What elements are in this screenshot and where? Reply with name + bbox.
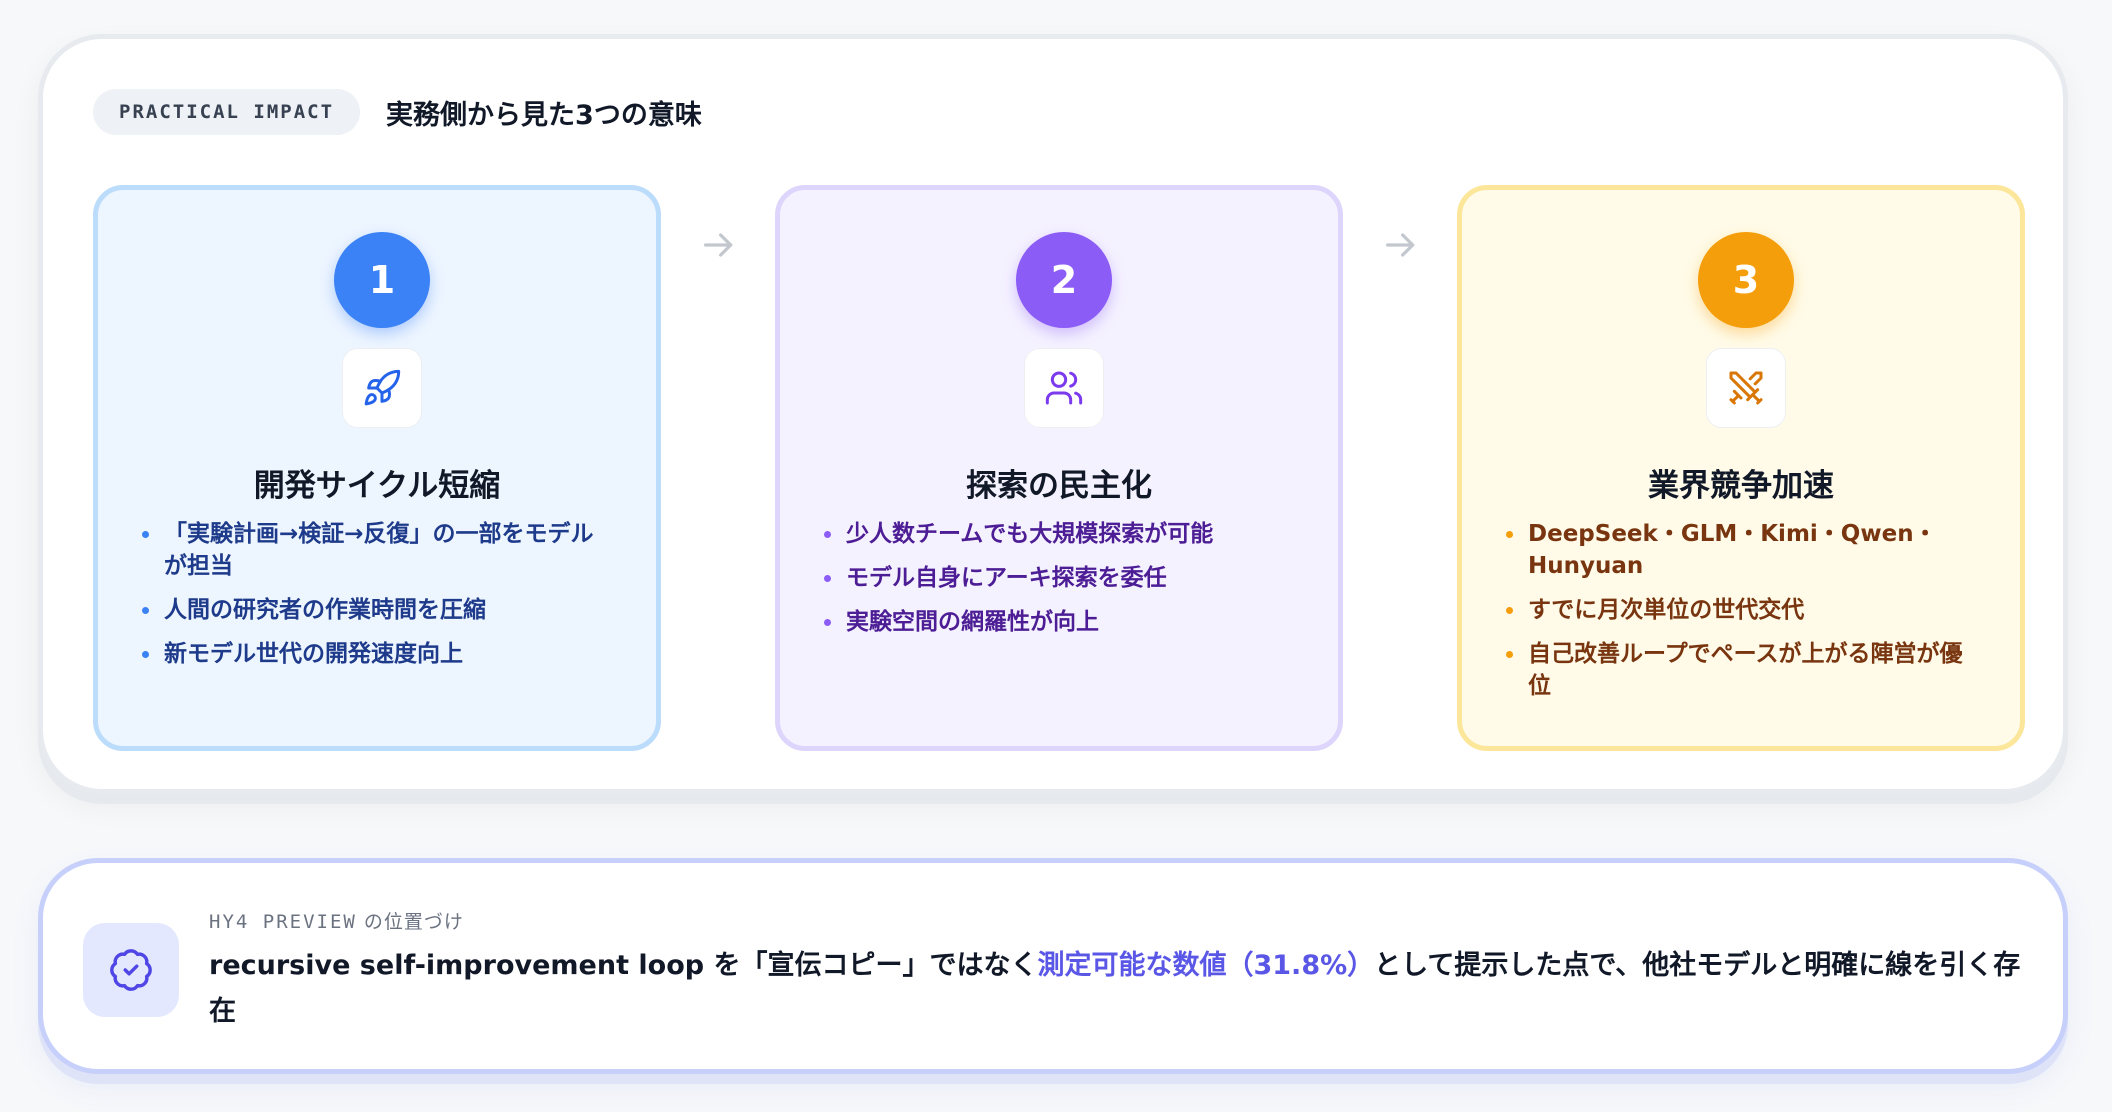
- list-item: すでに月次単位の世代交代: [1506, 594, 1968, 626]
- list-item: 自己改善ループでペースが上がる陣営が優位: [1506, 638, 1968, 702]
- note-text: recursive self-improvement loop を「宣伝コピー」…: [209, 950, 2021, 1027]
- step-title: 開発サイクル短縮: [253, 468, 501, 504]
- step-card-1: 1 開発サイクル短縮 「実験計画→検証→反復」の一部をモデルが担当 人間の研究者…: [93, 185, 661, 751]
- step-bullet-list: 少人数チームでも大規模探索が可能 モデル自身にアーキ探索を委任 実験空間の網羅性…: [824, 518, 1286, 650]
- step-number-badge: 2: [1016, 232, 1112, 328]
- step-title: 業界競争加速: [1648, 468, 1834, 504]
- badge-check-icon: [83, 923, 179, 1017]
- list-item: モデル自身にアーキ探索を委任: [824, 562, 1286, 594]
- note-label: HY4 PREVIEW の位置づけ: [209, 911, 464, 933]
- highlighted-metric: 測定可能な数値（31.8%）: [1037, 950, 1375, 981]
- list-item: 人間の研究者の作業時間を圧縮: [142, 594, 604, 626]
- list-item: 少人数チームでも大規模探索が可能: [824, 518, 1286, 550]
- users-icon: [1024, 348, 1104, 428]
- step-title: 探索の民主化: [966, 468, 1152, 504]
- section-title: 実務側から見た3つの意味: [386, 99, 702, 131]
- step-card-3: 3 業界競争加速 DeepSeek・GLM・Kimi・Qwen・Hunyuan …: [1457, 185, 2025, 751]
- list-item: 実験空間の網羅性が向上: [824, 606, 1286, 638]
- list-item: DeepSeek・GLM・Kimi・Qwen・Hunyuan: [1506, 518, 1968, 582]
- step-bullet-list: DeepSeek・GLM・Kimi・Qwen・Hunyuan すでに月次単位の世…: [1506, 518, 1968, 714]
- practical-impact-card: PRACTICAL IMPACT 実務側から見た3つの意味 1 開発サイクル短縮…: [38, 34, 2068, 794]
- step-number-badge: 3: [1698, 232, 1794, 328]
- arrow-right-icon: [1386, 233, 1415, 257]
- step-card-2: 2 探索の民主化 少人数チームでも大規模探索が可能 モデル自身にアーキ探索を委任…: [775, 185, 1343, 751]
- rocket-icon: [342, 348, 422, 428]
- step-bullet-list: 「実験計画→検証→反復」の一部をモデルが担当 人間の研究者の作業時間を圧縮 新モ…: [142, 518, 604, 682]
- list-item: 「実験計画→検証→反復」の一部をモデルが担当: [142, 518, 604, 582]
- positioning-note: HY4 PREVIEW の位置づけ recursive self-improve…: [38, 858, 2068, 1074]
- section-header: PRACTICAL IMPACT 実務側から見た3つの意味: [93, 89, 702, 135]
- section-tag: PRACTICAL IMPACT: [93, 89, 361, 135]
- crossed-swords-icon: [1706, 348, 1786, 428]
- list-item: 新モデル世代の開発速度向上: [142, 638, 604, 670]
- step-number-badge: 1: [334, 232, 430, 328]
- arrow-right-icon: [704, 233, 733, 257]
